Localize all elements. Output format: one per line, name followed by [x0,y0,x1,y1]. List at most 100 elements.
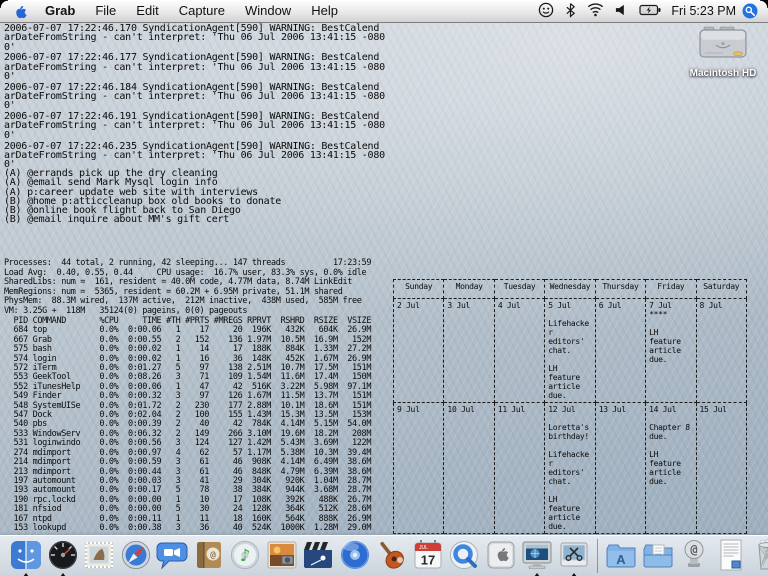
calendar-event: LH feature article due. [548,495,592,531]
dock-icon-safari[interactable] [119,538,153,576]
menu-window[interactable]: Window [235,3,301,18]
ichat-icon [155,538,189,572]
volume-menu-icon[interactable] [615,3,628,20]
svg-text:@: @ [210,551,216,561]
calendar-date: 14 Jul [649,405,693,414]
menu-grab[interactable]: Grab [35,3,85,18]
finder-icon [9,538,43,572]
process-row: 153 lookupd 0.0% 0:00.38 3 36 40 524K 10… [4,524,371,533]
airport-menu-icon[interactable] [587,2,604,20]
classic-menu-icon[interactable] [538,2,554,21]
internet-shortcut-icon: @ [677,538,711,572]
running-indicator [534,573,540,576]
menu-help[interactable]: Help [301,3,348,18]
calendar-week-row: 9 Jul10 Jul11 Jul12 JulLoretta's birthda… [394,403,747,534]
top-stats-output: Processes: 44 total, 2 running, 42 sleep… [4,259,371,316]
syslog-entry: 2006-07-07 17:22:46.184 SyndicationAgent… [4,83,385,111]
dashboard-icon [46,538,80,572]
menu-edit[interactable]: Edit [126,3,168,18]
running-indicator [60,573,66,576]
dock-icon-mail[interactable] [82,538,116,576]
iterm-icon [520,538,554,572]
bluetooth-menu-icon[interactable] [565,2,576,21]
documents-folder-icon [641,538,675,572]
calendar-date: 9 Jul [397,405,441,414]
todo-item: (B) @email inquire about MM's gift cert [4,215,281,224]
dock-icon-system-preferences[interactable] [484,538,518,576]
dock-icon-garageband[interactable] [374,538,408,576]
svg-text:♪: ♪ [240,546,251,566]
calendar-day-cell: 13 Jul [595,403,645,534]
dock-icon-idvd[interactable] [338,538,372,576]
calendar-header-row: SundayMondayTuesdayWednesdayThursdayFrid… [394,280,747,299]
calendar-day-cell: 4 Jul [494,299,544,403]
dock-icon-finder[interactable] [9,538,43,576]
calendar-date: 10 Jul [447,405,491,414]
calendar-event: Lifehacker editors' chat. [548,319,592,355]
dock-icon-trash[interactable] [750,538,768,576]
calendar-day-cell: 5 JulLifehacker editors' chat.LH feature… [545,299,595,403]
running-indicator [571,573,577,576]
dock-divider [597,539,598,573]
svg-text:JUL: JUL [419,545,428,551]
imovie-icon [301,538,335,572]
syslog-line: 0' [4,101,385,110]
dock-icon-itunes[interactable]: ♪ [228,538,262,576]
screen-corner-right [760,0,768,8]
calendar-day-header: Saturday [696,280,746,299]
calendar-day-header: Monday [444,280,494,299]
macintosh-hd-icon[interactable]: Macintosh HD [684,26,762,79]
dock: @ ♪ JUL 17 A @ [0,535,768,576]
calendar-day-cell: 12 JulLoretta's birthday!Lifehacker edit… [545,403,595,534]
calendar-day-cell: 7 Jul ****LH feature article due. [646,299,696,403]
menu-clock[interactable]: Fri 5:23 PM [667,4,742,18]
dock-icon-iphoto[interactable] [265,538,299,576]
menu-capture[interactable]: Capture [169,3,235,18]
syslog-entry: 2006-07-07 17:22:46.177 SyndicationAgent… [4,53,385,81]
calendar-day-cell: 10 Jul [444,403,494,534]
calendar-day-header: Sunday [394,280,444,299]
calendar-day-cell: 9 Jul [394,403,444,534]
svg-text:17: 17 [420,553,434,568]
calendar-week-row: 2 Jul3 Jul4 Jul5 JulLifehacker editors' … [394,299,747,403]
ical-icon: JUL 17 [411,538,445,572]
battery-menu-icon[interactable] [639,4,661,19]
syslog-entry: 2006-07-07 17:22:46.170 SyndicationAgent… [4,24,385,52]
safari-icon [119,538,153,572]
dock-icon-grab[interactable] [557,538,591,576]
quicktime-icon [447,538,481,572]
dock-icon-ichat[interactable] [155,538,189,576]
syslog-line: 0' [4,131,385,140]
dock-icon-text-document[interactable] [714,538,748,576]
menu-file[interactable]: File [85,3,126,18]
syslog-line: arDateFromString - can't interpret: 'Thu… [4,151,385,160]
hard-drive-icon [696,49,750,66]
dock-icon-address-book[interactable]: @ [192,538,226,576]
dock-icon-iterm[interactable] [520,538,554,576]
dock-icon-imovie[interactable] [301,538,335,576]
garageband-icon [374,538,408,572]
calendar-date: 15 Jul [700,405,744,414]
calendar-event: LH feature article due. [649,328,693,364]
calendar-date: 12 Jul [548,405,592,414]
syslog-line: arDateFromString - can't interpret: 'Thu… [4,63,385,72]
dock-icon-internet-shortcut[interactable]: @ [677,538,711,576]
svg-text:@: @ [690,543,697,557]
dock-icon-documents-folder[interactable] [641,538,675,576]
top-stats-line: VM: 3.25G + 118M 35124(0) pageins, 0(0) … [4,307,371,317]
calendar-event: Loretta's birthday! [548,423,592,441]
syslog-line: arDateFromString - can't interpret: 'Thu… [4,121,385,130]
dock-icon-quicktime[interactable] [447,538,481,576]
text-document-icon [714,538,748,572]
calendar-table: SundayMondayTuesdayWednesdayThursdayFrid… [393,279,747,534]
dock-icon-ical[interactable]: JUL 17 [411,538,445,576]
calendar-widget: SundayMondayTuesdayWednesdayThursdayFrid… [393,279,747,534]
running-indicator [23,573,29,576]
syslog-line: 0' [4,72,385,81]
syslog-line: arDateFromString - can't interpret: 'Thu… [4,33,385,42]
syslog-line: 0' [4,43,385,52]
dock-icon-dashboard[interactable] [46,538,80,576]
grab-icon [557,538,591,572]
dock-icon-applications-folder[interactable]: A [604,538,638,576]
calendar-day-header: Tuesday [494,280,544,299]
